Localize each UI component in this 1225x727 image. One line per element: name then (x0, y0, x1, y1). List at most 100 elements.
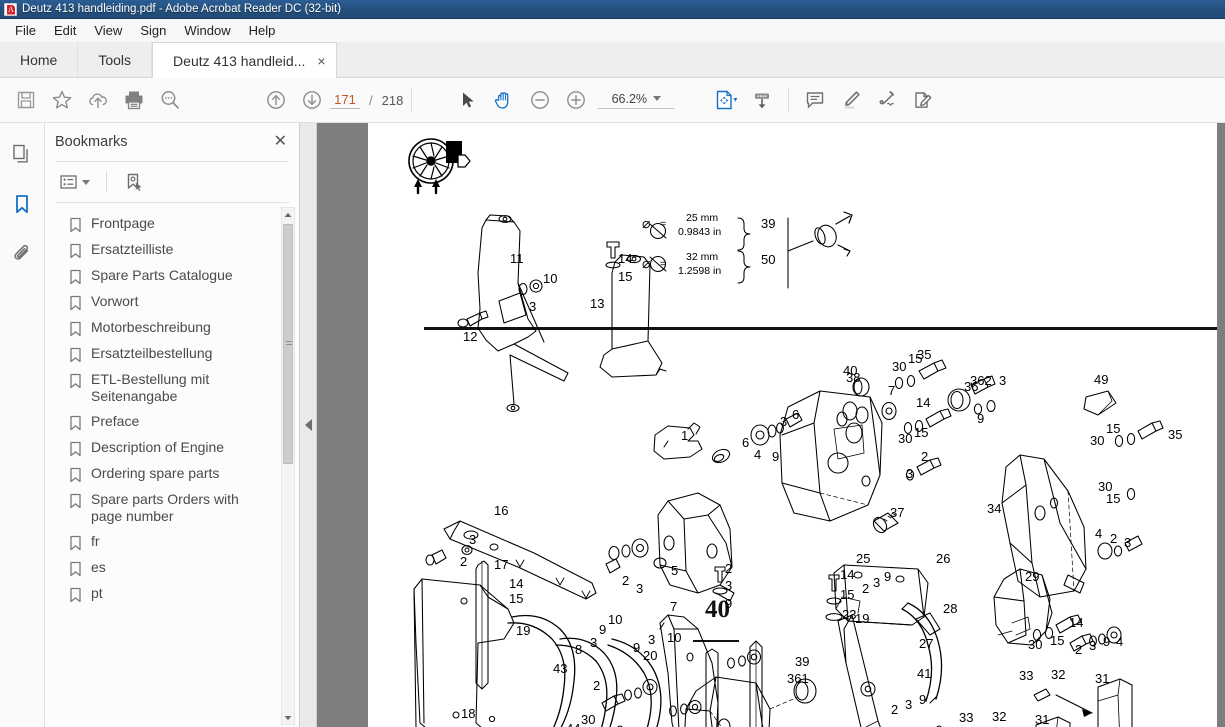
list-item[interactable]: Description of Engine (45, 435, 299, 461)
cursor-arrow-icon (463, 92, 474, 108)
chevron-left-icon[interactable] (304, 419, 312, 431)
list-item[interactable]: Spare Parts Catalogue (45, 263, 299, 289)
zoom-level-select[interactable]: 66.2% (598, 92, 675, 109)
list-item[interactable]: pt (45, 581, 299, 607)
bookmark-icon (70, 587, 81, 603)
bookmark-label: Vorwort (91, 293, 139, 309)
upload-to-cloud-button[interactable] (80, 82, 116, 118)
print-file-button[interactable] (116, 82, 152, 118)
new-bookmark-button[interactable] (119, 168, 149, 196)
zoom-out-button[interactable] (522, 82, 558, 118)
svg-text:33: 33 (1019, 668, 1033, 683)
list-item[interactable]: Preface (45, 409, 299, 435)
list-item[interactable]: Frontpage (45, 211, 299, 237)
window-title: Deutz 413 handleiding.pdf - Adobe Acroba… (22, 3, 342, 15)
tab-home[interactable]: Home (0, 42, 79, 77)
star-icon (52, 90, 72, 109)
total-pages-label: 218 (381, 92, 404, 108)
next-page-button[interactable] (294, 82, 330, 118)
sidebar-item-bookmarks[interactable] (7, 189, 37, 219)
tab-document[interactable]: Deutz 413 handleid... × (152, 42, 337, 78)
svg-text:30: 30 (581, 712, 595, 727)
svg-text:361: 361 (787, 671, 809, 686)
panel-collapse-handle[interactable] (300, 123, 317, 727)
bookmark-label: Description of Engine (91, 439, 225, 455)
svg-text:9: 9 (977, 411, 984, 426)
chevron-down-icon[interactable] (653, 96, 662, 101)
svg-text:3: 3 (648, 632, 655, 647)
menu-item-window[interactable]: Window (175, 21, 239, 40)
svg-text:14: 14 (1069, 615, 1083, 630)
svg-text:50: 50 (761, 252, 775, 267)
scroll-down-button[interactable] (282, 711, 294, 724)
scrollbar-thumb[interactable] (283, 224, 293, 464)
bookmark-icon (70, 295, 81, 311)
tab-tools[interactable]: Tools (78, 42, 153, 77)
zoom-in-button[interactable] (558, 82, 594, 118)
bookmark-icon (70, 373, 81, 389)
pdf-viewport[interactable]: 40 0510 0273 106 (317, 123, 1225, 727)
svg-text:15: 15 (914, 425, 928, 440)
diameter-dimension-text: ⌀ = 25 mm 0.9843 in ⌀ = 32 mm 1.2598 in (642, 212, 721, 277)
list-item[interactable]: fr (45, 529, 299, 555)
main-toolbar: 171 / 218 66.2% (0, 78, 1225, 123)
select-tool-button[interactable] (450, 82, 486, 118)
previous-page-button[interactable] (258, 82, 294, 118)
chevron-down-icon[interactable] (82, 179, 90, 185)
fill-and-sign-button[interactable] (905, 82, 941, 118)
list-item[interactable]: Ersatzteilbestellung (45, 341, 299, 367)
svg-text:10: 10 (543, 271, 557, 286)
bookmarks-panel: Bookmarks ✕ Frontpage Ersatzteilliste Sp… (45, 123, 300, 727)
svg-text:49: 49 (1094, 372, 1108, 387)
toolbar-divider-2 (788, 87, 790, 113)
svg-text:43: 43 (553, 661, 567, 676)
list-item[interactable]: es (45, 555, 299, 581)
svg-text:31: 31 (1035, 712, 1049, 727)
scroll-mode-button[interactable] (744, 82, 780, 118)
add-comment-button[interactable] (797, 82, 833, 118)
close-icon[interactable]: ✕ (274, 134, 287, 150)
svg-text:16: 16 (494, 503, 508, 518)
list-item[interactable]: ETL-Bestellung mit Seitenangabe (45, 367, 299, 409)
svg-text:3: 3 (590, 635, 597, 650)
current-page-input[interactable]: 171 (330, 92, 360, 109)
menu-item-file[interactable]: File (6, 21, 45, 40)
add-to-favorites-button[interactable] (44, 82, 80, 118)
svg-text:3: 3 (780, 414, 787, 429)
close-icon[interactable]: × (317, 54, 325, 68)
menu-item-help[interactable]: Help (240, 21, 285, 40)
signature-icon (879, 90, 895, 106)
sign-document-button[interactable] (869, 82, 905, 118)
scroll-mode-icon (755, 93, 770, 109)
svg-text:25: 25 (856, 551, 870, 566)
list-item[interactable]: Motorbeschreibung (45, 315, 299, 341)
bookmarks-list[interactable]: Frontpage Ersatzteilliste Spare Parts Ca… (45, 203, 299, 727)
sidebar-item-page-thumbnails[interactable] (7, 139, 37, 169)
svg-text:15: 15 (618, 269, 632, 284)
arrow-down-circle-icon (303, 91, 321, 109)
list-item[interactable]: Spare parts Orders with page number (45, 487, 299, 529)
find-text-button[interactable] (152, 82, 188, 118)
bookmark-options-button[interactable] (55, 168, 94, 196)
bookmarks-panel-header: Bookmarks ✕ (45, 123, 299, 161)
svg-text:40: 40 (843, 363, 857, 378)
hand-tool-button[interactable] (486, 82, 522, 118)
scroll-up-button[interactable] (282, 208, 294, 221)
bookmark-icon (70, 347, 81, 363)
fit-page-button[interactable] (708, 82, 744, 118)
list-item[interactable]: Vorwort (45, 289, 299, 315)
list-item[interactable]: Ordering spare parts (45, 461, 299, 487)
toolbar-divider (411, 87, 413, 113)
save-file-button[interactable] (8, 82, 44, 118)
menu-item-sign[interactable]: Sign (131, 21, 175, 40)
bookmarks-panel-title: Bookmarks (55, 134, 128, 150)
list-item[interactable]: Ersatzteilliste (45, 237, 299, 263)
sidebar-item-attachments[interactable] (7, 239, 37, 269)
cloud-upload-icon (89, 93, 107, 109)
highlight-text-button[interactable] (833, 82, 869, 118)
menu-item-edit[interactable]: Edit (45, 21, 85, 40)
menu-item-view[interactable]: View (85, 21, 131, 40)
svg-text:8: 8 (575, 642, 582, 657)
bookmarks-scrollbar[interactable] (281, 207, 295, 725)
svg-text:3: 3 (905, 697, 912, 712)
